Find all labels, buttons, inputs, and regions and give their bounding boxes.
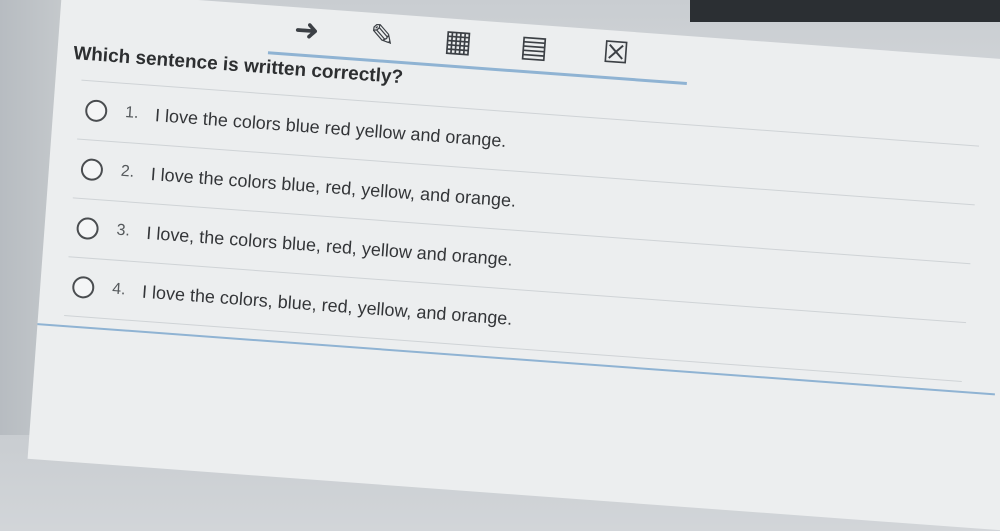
option-text: I love the colors blue, red, yellow, and… xyxy=(150,163,517,211)
option-number: 2. xyxy=(120,162,135,181)
radio-button[interactable] xyxy=(71,275,96,300)
eraser-icon[interactable]: ✎ xyxy=(364,18,400,54)
flag-icon[interactable]: ☒ xyxy=(598,36,634,72)
radio-button[interactable] xyxy=(75,216,100,241)
option-number: 4. xyxy=(111,280,127,299)
notepad-icon[interactable]: ▤ xyxy=(516,30,552,66)
radio-button[interactable] xyxy=(84,99,109,123)
option-number: 1. xyxy=(124,103,140,122)
option-text: I love, the colors blue, red, yellow and… xyxy=(145,222,514,270)
option-text: I love the colors, blue, red, yellow, an… xyxy=(141,281,514,329)
top-bar xyxy=(690,0,1000,22)
option-number: 3. xyxy=(115,221,131,240)
option-text: I love the colors blue red yellow and or… xyxy=(154,104,508,151)
calculator-icon[interactable]: ▦ xyxy=(440,24,476,60)
arrow-icon[interactable]: ➜ xyxy=(288,13,324,49)
test-screen: ➜ ✎ ▦ ▤ ☒ Which sentence is written corr… xyxy=(27,0,1000,531)
radio-button[interactable] xyxy=(80,157,104,182)
